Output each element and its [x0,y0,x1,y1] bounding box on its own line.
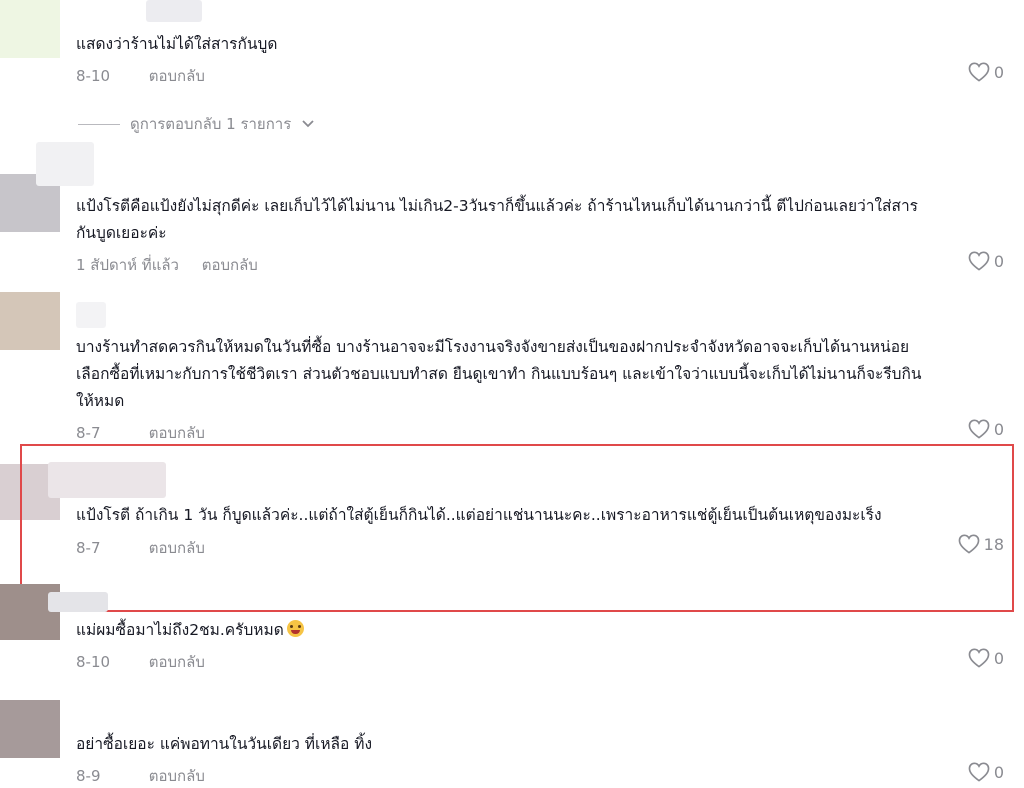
comment-meta: 8-9 ตอบกลับ [76,764,205,788]
heart-outline-icon [968,62,990,82]
comment-text: แม่ผมซื้อมาไม่ถึง2ชม.ครับหมด [76,617,304,644]
reply-button[interactable]: ตอบกลับ [149,67,205,85]
username-blurred[interactable] [76,302,106,328]
reply-button[interactable]: ตอบกลับ [202,256,258,274]
comment-meta: 8-7 ตอบกลับ [76,536,205,560]
like-count: 0 [993,419,1004,439]
like-button[interactable]: 0 [968,419,1004,439]
like-count: 0 [993,648,1004,668]
heart-outline-icon [968,648,990,668]
comment-meta: 8-10 ตอบกลับ [76,64,205,88]
view-replies-label: ดูการตอบกลับ 1 รายการ [130,115,292,133]
like-button[interactable]: 0 [968,762,1004,782]
comment-meta: 1 สัปดาห์ ที่แล้ว ตอบกลับ [76,253,258,277]
reply-button[interactable]: ตอบกลับ [149,424,205,442]
comment-text: บางร้านทำสดควรกินให้หมดในวันที่ซื้อ บางร… [76,338,910,356]
comment-date: 8-7 [76,424,101,442]
comment-text-content: แม่ผมซื้อมาไม่ถึง2ชม.ครับหมด [76,621,284,639]
heart-outline-icon [968,251,990,271]
heart-outline-icon [968,762,990,782]
reply-button[interactable]: ตอบกลับ [149,767,205,785]
comment-text: แสดงว่าร้านไม่ได้ใส่สารกันบูด [76,35,278,53]
comment-meta: 8-10 ตอบกลับ [76,650,205,674]
comment-text: ให้หมด [76,392,125,410]
avatar[interactable] [0,700,60,758]
comment-text: กันบูดเยอะค่ะ [76,224,167,242]
comment-text: แป้งโรตี ถ้าเกิน 1 วัน ก็บูดแล้วค่ะ..แต่… [76,506,882,524]
comment-date: 8-10 [76,653,111,671]
heart-outline-icon [968,419,990,439]
comment-meta: 8-7 ตอบกลับ [76,421,205,445]
comment-text: แป้งโรตีคือแป้งยังไม่สุกดีค่ะ เลยเก็บไว้… [76,197,919,215]
username-blurred[interactable] [48,592,108,612]
like-button[interactable]: 0 [968,648,1004,668]
face-holding-back-tears-emoji [286,620,304,637]
comment-text: เลือกซื้อที่เหมาะกับการใช้ชีวิตเรา ส่วนต… [76,365,922,383]
username-blurred[interactable] [48,462,166,498]
heart-outline-icon [958,534,980,554]
comment-text: อย่าซื้อเยอะ แค่พอทานในวันเดียว ที่เหลือ… [76,735,373,753]
chevron-down-icon [302,120,314,128]
like-count: 0 [993,62,1004,82]
like-count: 18 [983,534,1004,554]
like-button[interactable]: 18 [958,534,1004,554]
comment-date: 8-10 [76,67,111,85]
reply-button[interactable]: ตอบกลับ [149,539,205,557]
like-button[interactable]: 0 [968,62,1004,82]
username-blurred[interactable] [36,142,94,186]
view-replies-button[interactable]: ดูการตอบกลับ 1 รายการ [78,112,315,136]
like-count: 0 [993,762,1004,782]
avatar[interactable] [0,0,60,58]
comment-date: 1 สัปดาห์ ที่แล้ว [76,256,179,274]
comment-date: 8-7 [76,539,101,557]
avatar[interactable] [0,292,60,350]
like-button[interactable]: 0 [968,251,1004,271]
like-count: 0 [993,251,1004,271]
username-blurred[interactable] [146,0,202,22]
comment-date: 8-9 [76,767,101,785]
divider [78,123,120,125]
reply-button[interactable]: ตอบกลับ [149,653,205,671]
